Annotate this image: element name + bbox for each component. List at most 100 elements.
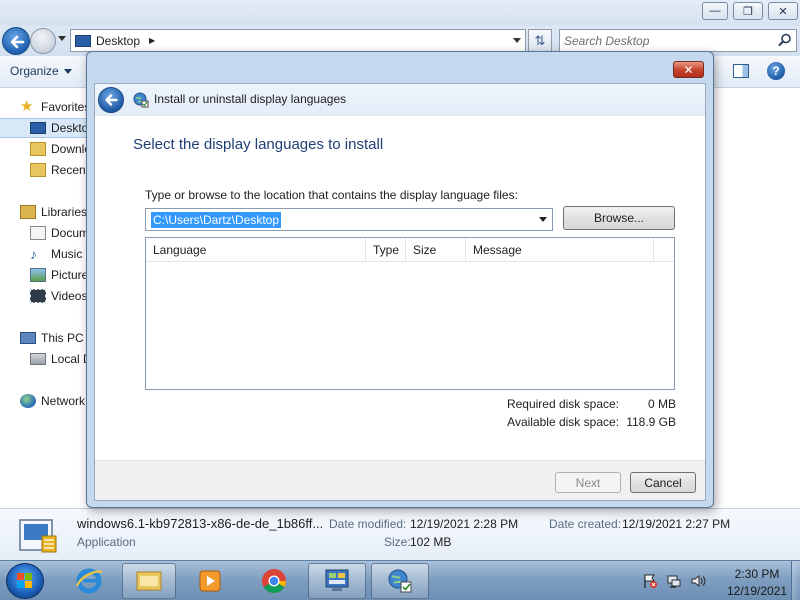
action-center-flag-icon[interactable] [642,573,658,589]
nav-recent-places[interactable]: Recent Places [0,160,88,180]
language-list-body[interactable] [146,262,674,389]
size-label: Size: [384,535,411,549]
nav-videos[interactable]: Videos [0,286,88,306]
downloads-folder-icon [30,142,46,156]
computer-icon [20,332,36,344]
search-box[interactable] [559,29,797,52]
date-modified-value: 12/19/2021 2:28 PM [410,517,519,531]
installer-file-icon [19,519,57,553]
taskbar-language-installer[interactable] [371,563,429,599]
refresh-icon: ⇅ [534,32,546,48]
size-value: 102 MB [410,535,452,549]
forward-button[interactable] [30,28,56,54]
preview-pane-button[interactable] [733,64,749,78]
minimize-button[interactable]: — [702,2,728,20]
nav-favorites[interactable]: ★ Favorites [0,97,88,117]
nav-music[interactable]: ♪ Music [0,244,88,264]
chevron-down-icon [63,69,72,75]
available-space-value: 118.9 GB [626,415,676,429]
search-icon[interactable] [778,33,792,47]
taskbar-media-player[interactable] [183,563,237,599]
volume-icon[interactable] [690,573,706,589]
search-input[interactable] [564,33,769,49]
path-label: Type or browse to the location that cont… [145,188,518,202]
nav-local-disk[interactable]: Local Disk [0,349,88,369]
start-button[interactable] [6,563,44,599]
back-arrow-icon [105,94,118,106]
taskbar-control-panel[interactable] [308,563,366,599]
nav-documents-label: Documents [51,226,88,240]
nav-local-disk-label: Local Disk [51,352,88,366]
path-combobox[interactable] [145,208,553,231]
nav-pictures[interactable]: Pictures [0,265,88,285]
nav-network-label: Network [41,394,86,408]
taskbar-chrome[interactable] [247,563,301,599]
clock-time[interactable]: 2:30 PM [722,567,792,581]
show-desktop-button[interactable] [791,561,800,600]
dialog-footer: Next Cancel [95,460,705,500]
available-space-label: Available disk space: [507,415,619,429]
navigation-pane: ★ Favorites Desktop Downloads Recent Pla… [0,89,88,509]
close-button[interactable]: ✕ [768,2,798,20]
network-globe-icon [20,394,36,408]
media-player-icon [199,570,221,592]
internet-explorer-icon [75,568,103,594]
nav-libraries[interactable]: Libraries [0,202,88,222]
maximize-button[interactable]: ❐ [733,2,763,20]
column-language[interactable]: Language [146,238,366,261]
dialog-title: Install or uninstall display languages [154,92,347,106]
help-icon: ? [772,64,780,78]
dialog-close-button[interactable]: ✕ [673,61,704,78]
taskbar-internet-explorer[interactable] [62,563,116,599]
column-type[interactable]: Type [366,238,406,261]
back-arrow-icon [10,35,25,49]
language-globe-icon [388,569,412,593]
nav-network[interactable]: Network [0,391,88,411]
film-strip-icon [30,289,46,303]
maximize-icon: ❐ [743,5,753,18]
next-button[interactable]: Next [555,472,621,493]
pictures-icon [30,268,46,282]
drive-icon [30,353,46,365]
help-button[interactable]: ? [767,62,785,80]
star-icon: ★ [20,98,34,115]
breadcrumb-chevron-right-icon[interactable]: ▶ [149,36,155,45]
nav-downloads[interactable]: Downloads [0,139,88,159]
browse-button[interactable]: Browse... [563,206,675,230]
libraries-icon [20,205,36,219]
dialog-back-button[interactable] [98,87,124,113]
nav-desktop[interactable]: Desktop [0,118,88,138]
recent-pages-chevron-down-icon[interactable] [58,36,66,41]
date-modified-label: Date modified: [329,517,407,531]
date-created-label: Date created: [549,517,622,531]
required-space-value: 0 MB [647,397,676,411]
cancel-button[interactable]: Cancel [630,472,696,493]
address-bar[interactable]: Desktop ▶ [70,29,526,52]
back-button[interactable] [2,27,30,55]
control-panel-icon [325,569,349,591]
file-name: windows6.1-kb972813-x86-de-de_1b86ff... [77,516,324,531]
address-location[interactable]: Desktop [96,34,140,48]
column-size[interactable]: Size [406,238,466,261]
organize-button[interactable]: Organize [10,64,72,78]
clock-date[interactable]: 12/19/2021 [722,584,792,598]
documents-icon [30,226,46,240]
language-list-header: Language Type Size Message [146,238,674,262]
taskbar: 2:30 PM 12/19/2021 [0,560,800,600]
taskbar-file-explorer[interactable] [122,563,176,599]
network-status-icon[interactable] [666,573,682,589]
address-dropdown-icon[interactable] [513,38,521,43]
details-pane: windows6.1-kb972813-x86-de-de_1b86ff... … [0,508,800,560]
organize-label: Organize [10,64,59,78]
nav-downloads-label: Downloads [51,142,88,156]
path-input[interactable] [151,212,281,228]
column-message[interactable]: Message [466,238,654,261]
nav-documents[interactable]: Documents [0,223,88,243]
close-icon: ✕ [683,62,694,77]
chevron-down-icon[interactable] [539,217,547,222]
language-list[interactable]: Language Type Size Message [145,237,675,390]
refresh-button[interactable]: ⇅ [528,29,552,52]
dialog-content: Install or uninstall display languages S… [94,83,706,501]
nav-this-pc[interactable]: This PC [0,328,88,348]
nav-pictures-label: Pictures [51,268,88,282]
